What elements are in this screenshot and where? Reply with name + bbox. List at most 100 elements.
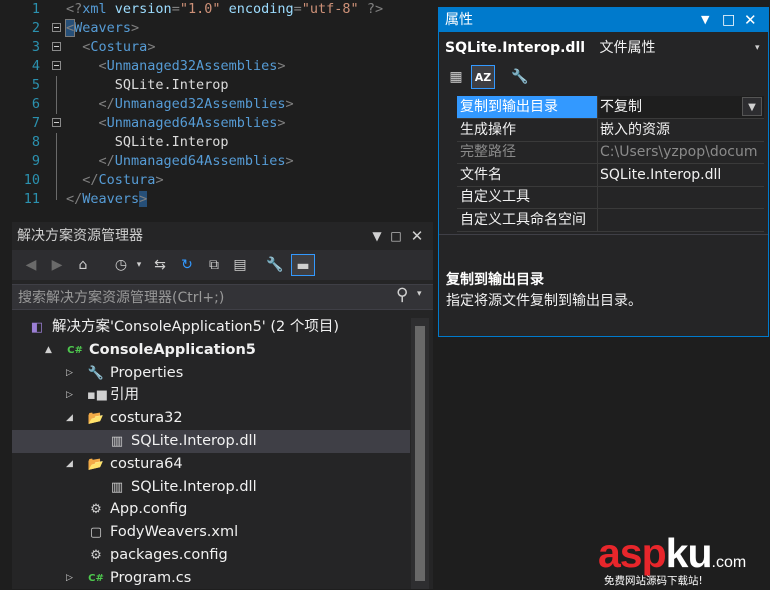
tree-item[interactable]: ⚙ packages.config xyxy=(12,544,410,567)
code-text: </Unmanaged32Assemblies> xyxy=(66,95,294,114)
search-icon[interactable]: ⚲ xyxy=(396,285,408,305)
code-line[interactable]: 1 <?xml version="1.0" encoding="utf-8" ?> xyxy=(0,0,437,19)
code-editor[interactable]: 1 <?xml version="1.0" encoding="utf-8" ?>… xyxy=(0,0,437,214)
expand-arrow-icon[interactable]: ▷ xyxy=(66,362,73,385)
property-value[interactable]: 嵌入的资源 xyxy=(600,119,764,141)
code-line[interactable]: 10 </Costura> xyxy=(0,171,437,190)
close-icon[interactable]: ✕ xyxy=(744,8,757,32)
home-icon[interactable]: ⌂ xyxy=(72,254,94,276)
dropdown-arrow-icon[interactable]: ▼ xyxy=(368,222,386,250)
tree-item-label: SQLite.Interop.dll xyxy=(131,433,257,449)
tree-item-label: ConsoleApplication5 xyxy=(89,341,256,358)
line-number: 6 xyxy=(31,96,40,112)
maximize-icon[interactable]: □ xyxy=(722,8,735,32)
tree-item[interactable]: ▷ ▪■ 引用 xyxy=(12,384,410,407)
code-line[interactable]: 6 </Unmanaged32Assemblies> xyxy=(0,95,437,114)
property-row[interactable]: 自定义工具 xyxy=(457,186,764,209)
properties-wrench-icon[interactable]: 🔧 xyxy=(264,254,286,276)
line-number: 8 xyxy=(31,134,40,150)
property-name: 文件名 xyxy=(460,166,502,183)
property-row[interactable]: 自定义工具命名空间 xyxy=(457,208,764,232)
expand-arrow-icon[interactable]: ▷ xyxy=(66,384,73,407)
chevron-down-icon[interactable]: ▾ xyxy=(128,254,150,276)
close-icon[interactable]: ✕ xyxy=(408,222,426,250)
column-divider xyxy=(597,118,598,141)
dropdown-arrow-icon[interactable]: ▼ xyxy=(701,8,709,32)
refresh-icon[interactable]: ↻ xyxy=(176,254,198,276)
fold-guide xyxy=(56,95,57,114)
code-line[interactable]: 5 SQLite.Interop xyxy=(0,76,437,95)
fold-toggle-icon[interactable] xyxy=(52,61,61,70)
tree-item[interactable]: ⚙ App.config xyxy=(12,498,410,521)
chevron-down-icon[interactable]: ▾ xyxy=(755,36,760,60)
line-number: 5 xyxy=(31,77,40,93)
tree-item[interactable]: ▥ SQLite.Interop.dll xyxy=(12,476,410,499)
property-row[interactable]: 生成操作 嵌入的资源 xyxy=(457,118,764,142)
tree-item[interactable]: ▢ FodyWeavers.xml xyxy=(12,521,410,544)
tree-item[interactable]: ◢ 📂 costura32 xyxy=(12,407,410,430)
code-token: Costura xyxy=(90,39,148,55)
tree-item[interactable]: ▷ 🔧 Properties xyxy=(12,362,410,385)
fold-guide xyxy=(56,133,57,152)
code-token: Unmanaged64Assemblies xyxy=(106,115,278,131)
tree-item[interactable]: ▲ C# ConsoleApplication5 xyxy=(12,339,410,362)
property-pages-wrench-icon[interactable]: 🔧 xyxy=(509,66,531,88)
show-all-files-icon[interactable]: ▤ xyxy=(229,254,251,276)
code-token: > xyxy=(147,39,156,55)
collapse-arrow-icon[interactable]: ◢ xyxy=(66,407,73,430)
property-row[interactable]: 复制到输出目录 不复制 ▼ xyxy=(457,96,764,119)
chevron-down-icon[interactable]: ▼ xyxy=(742,97,762,116)
solution-explorer-search[interactable]: 搜索解决方案资源管理器(Ctrl+;) ⚲ ▾ xyxy=(12,284,433,310)
chevron-down-icon[interactable]: ▾ xyxy=(417,289,422,299)
forward-icon[interactable]: ▶ xyxy=(46,254,68,276)
property-value[interactable]: C:\Users\yzpop\docum xyxy=(600,141,764,163)
property-row[interactable]: 文件名 SQLite.Interop.dll xyxy=(457,163,764,187)
code-line[interactable]: 8 SQLite.Interop xyxy=(0,133,437,152)
collapse-arrow-icon[interactable]: ◢ xyxy=(66,453,73,476)
scrollbar-thumb[interactable] xyxy=(415,326,425,581)
alphabetical-sort-icon[interactable]: AZ xyxy=(471,65,495,89)
column-divider xyxy=(597,208,598,231)
tree-item[interactable]: ◢ 📂 costura64 xyxy=(12,453,410,476)
fold-guide xyxy=(56,190,57,200)
code-line[interactable]: 7 <Unmanaged64Assemblies> xyxy=(0,114,437,133)
sync-icon[interactable]: ⇆ xyxy=(149,254,171,276)
categorized-icon[interactable]: ▦ xyxy=(445,66,467,88)
maximize-icon[interactable]: □ xyxy=(387,222,405,250)
collapse-all-icon[interactable]: ⧉ xyxy=(203,254,225,276)
fold-toggle-icon[interactable] xyxy=(52,118,61,127)
tree-item-label: 解决方案'ConsoleApplication5' (2 个项目) xyxy=(52,319,340,335)
code-line[interactable]: 11 </Weavers> xyxy=(0,190,437,209)
fold-toggle-icon[interactable] xyxy=(52,23,61,32)
object-selector[interactable]: SQLite.Interop.dll 文件属性 ▾ xyxy=(445,36,763,60)
code-token: > xyxy=(139,191,148,207)
property-value[interactable]: SQLite.Interop.dll xyxy=(600,164,764,186)
code-line[interactable]: 4 <Unmanaged32Assemblies> xyxy=(0,57,437,76)
preview-icon[interactable]: ▬ xyxy=(291,254,315,276)
fold-toggle-icon[interactable] xyxy=(52,42,61,51)
property-value[interactable]: 不复制 xyxy=(600,96,764,118)
expand-arrow-icon[interactable]: ▷ xyxy=(66,567,73,590)
search-input[interactable]: 搜索解决方案资源管理器(Ctrl+;) xyxy=(18,287,224,307)
tree-item[interactable]: ▷ C# Program.cs xyxy=(12,567,410,590)
code-text: <Weavers> xyxy=(64,19,139,38)
collapse-arrow-icon[interactable]: ▲ xyxy=(45,339,52,362)
property-row[interactable]: 完整路径 C:\Users\yzpop\docum xyxy=(457,141,764,164)
line-number: 10 xyxy=(23,172,40,188)
tree-item[interactable]: ◧ 解决方案'ConsoleApplication5' (2 个项目) xyxy=(12,316,410,339)
code-token: Weavers xyxy=(74,20,132,36)
vertical-scrollbar[interactable] xyxy=(411,318,429,589)
code-line[interactable]: 2 <Weavers> xyxy=(0,19,437,38)
solution-explorer-title: 解决方案资源管理器 xyxy=(17,228,143,244)
code-line[interactable]: 9 </Unmanaged64Assemblies> xyxy=(0,152,437,171)
code-token: Unmanaged64Assemblies xyxy=(114,153,286,169)
code-token: Costura xyxy=(98,172,156,188)
code-text: SQLite.Interop xyxy=(66,76,229,95)
code-line[interactable]: 3 <Costura> xyxy=(0,38,437,57)
back-icon[interactable]: ◀ xyxy=(20,254,42,276)
code-token: </ xyxy=(98,153,115,169)
properties-panel: 属性 ▼ □ ✕ SQLite.Interop.dll 文件属性 ▾ ▦ AZ … xyxy=(438,7,769,337)
tree-item[interactable]: ▥ SQLite.Interop.dll xyxy=(12,430,410,453)
property-grid: 复制到输出目录 不复制 ▼ 生成操作 嵌入的资源 完整路径 C:\Users\yzpop\d… xyxy=(439,96,768,236)
